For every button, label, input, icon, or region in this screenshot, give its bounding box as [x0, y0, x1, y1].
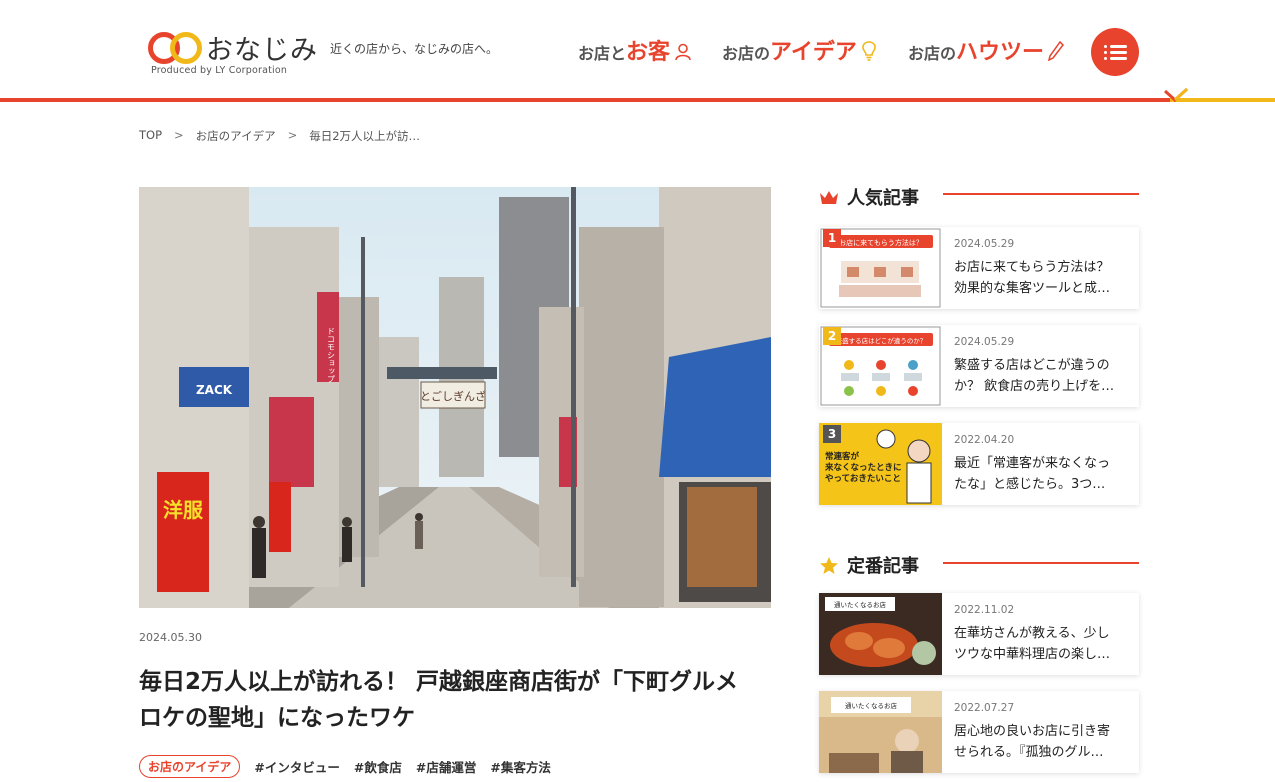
thumb-caption: 常連客が: [825, 451, 860, 462]
article-hero-image: とごしぎんざ ZACK ドコモショップ 洋服: [139, 187, 771, 608]
breadcrumb-category[interactable]: お店のアイデア: [196, 128, 276, 144]
popular-heading-rule: [943, 193, 1139, 195]
popular-article-card[interactable]: 繁盛する店はどこが違うのか？ 2 2024.05.29 繁盛する店はどこが違うの…: [819, 325, 1139, 407]
breadcrumb-top[interactable]: TOP: [139, 128, 162, 144]
popular-title: 人気記事: [847, 188, 919, 209]
tag-link[interactable]: #集客方法: [490, 757, 550, 776]
hero-banner-text: 洋服: [163, 498, 204, 522]
article-title-line: ロケの聖地」になったワケ: [139, 705, 415, 731]
lightbulb-icon: [861, 41, 877, 65]
standard-heading-rule: [943, 562, 1139, 564]
menu-button[interactable]: [1091, 28, 1139, 76]
card-date: 2022.04.20: [954, 434, 1015, 446]
standard-title: 定番記事: [847, 556, 919, 577]
site-header: おなじみ 近くの店から、なじみの店へ。 Produced by LY Corpo…: [0, 0, 1275, 104]
tag-link[interactable]: #飲食店: [354, 757, 402, 776]
rank-badge: 1: [823, 229, 841, 247]
thumb-caption: お店に来てもらう方法は？: [839, 238, 923, 247]
article-thumbnail: 常連客が 来なくなったときに やっておきたいこと 3: [819, 423, 942, 505]
thumb-caption: 通いたくなるお店: [845, 701, 898, 710]
person-icon: [674, 43, 692, 65]
popular-article-card[interactable]: お店に来てもらう方法は？ 1 2024.05.29 お店に来てもらう方法は？ 効…: [819, 227, 1139, 309]
standard-article-card[interactable]: 通いたくなるお店 2022.11.02 在華坊さんが教える、少し ツウな中華料理…: [819, 593, 1139, 675]
logo-rings-icon: [148, 31, 204, 65]
thumb-caption: 繁盛する店はどこが違うのか？: [836, 336, 927, 345]
logo-name: おなじみ: [206, 35, 318, 66]
produced-by: Produced by LY Corporation: [151, 65, 288, 76]
breadcrumb-current: 毎日2万人以上が訪…: [309, 129, 421, 143]
nav-ideas[interactable]: お店の アイデア: [722, 34, 877, 66]
breadcrumb-separator: >: [287, 128, 298, 142]
tag-link[interactable]: #店舗運営: [416, 757, 476, 776]
card-date: 2022.07.27: [954, 702, 1015, 714]
standard-article-card[interactable]: 通いたくなるお店 2022.07.27 居心地の良いお店に引き寄 せられる。『孤…: [819, 691, 1139, 773]
popular-heading: 人気記事: [819, 184, 919, 210]
article-tags: お店のアイデア #インタビュー #飲食店 #店舗運営 #集客方法: [139, 755, 551, 778]
card-date: 2024.05.29: [954, 238, 1015, 250]
standard-heading: 定番記事: [819, 552, 919, 578]
card-date: 2024.05.29: [954, 336, 1015, 348]
nav-customers[interactable]: お店と お客: [578, 34, 692, 66]
card-title: 最近「常連客が来なくなっ たな」と感じたら。3つ…: [954, 456, 1111, 492]
nav-howto[interactable]: お店の ハウツー: [908, 34, 1065, 66]
thumb-caption: 来なくなったときに: [824, 462, 902, 473]
card-title: お店に来てもらう方法は？ 効果的な集客ツールと成…: [954, 260, 1111, 296]
card-title: 繁盛する店はどこが違うの か？ 飲食店の売り上げを…: [954, 358, 1115, 394]
article-title: 毎日2万人以上が訪れる！ 戸越銀座商店街が「下町グルメ ロケの聖地」になったワケ: [139, 664, 779, 736]
article-date: 2024.05.30: [139, 631, 202, 644]
hero-sign-docomo: ドコモショップ: [327, 327, 336, 383]
logo-tagline: 近くの店から、なじみの店へ。: [330, 42, 499, 56]
thumb-caption: 通いたくなるお店: [834, 600, 887, 609]
breadcrumb-separator: >: [174, 128, 184, 142]
header-divider-red: [0, 98, 1170, 102]
popular-article-card[interactable]: 常連客が 来なくなったときに やっておきたいこと 3 2022.04.20 最近…: [819, 423, 1139, 505]
check-mark-icon: [1163, 88, 1189, 103]
site-logo[interactable]: おなじみ 近くの店から、なじみの店へ。: [148, 28, 498, 67]
star-icon: [820, 556, 838, 574]
article-thumbnail: お店に来てもらう方法は？ 1: [819, 227, 942, 309]
card-title: 居心地の良いお店に引き寄 せられる。『孤独のグル…: [954, 724, 1111, 760]
article-thumbnail: 通いたくなるお店: [819, 593, 942, 675]
article-thumbnail: 繁盛する店はどこが違うのか？ 2: [819, 325, 942, 407]
card-title: 在華坊さんが教える、少し ツウな中華料理店の楽し…: [954, 626, 1111, 662]
pencil-icon: [1047, 40, 1065, 65]
rank-badge: 2: [823, 327, 841, 345]
rank-badge: 3: [823, 425, 841, 443]
tag-link[interactable]: #インタビュー: [254, 757, 339, 776]
article-title-line: 毎日2万人以上が訪れる！ 戸越銀座商店街が「下町グルメ: [139, 669, 739, 695]
hero-arch-text: とごしぎんざ: [420, 389, 486, 403]
breadcrumb: TOP > お店のアイデア > 毎日2万人以上が訪…: [139, 128, 420, 144]
article-thumbnail: 通いたくなるお店: [819, 691, 942, 773]
card-date: 2022.11.02: [954, 604, 1015, 616]
crown-icon: [820, 191, 838, 204]
hero-sign-zack: ZACK: [196, 383, 233, 397]
thumb-caption: やっておきたいこと: [825, 473, 901, 484]
category-badge[interactable]: お店のアイデア: [139, 755, 241, 778]
